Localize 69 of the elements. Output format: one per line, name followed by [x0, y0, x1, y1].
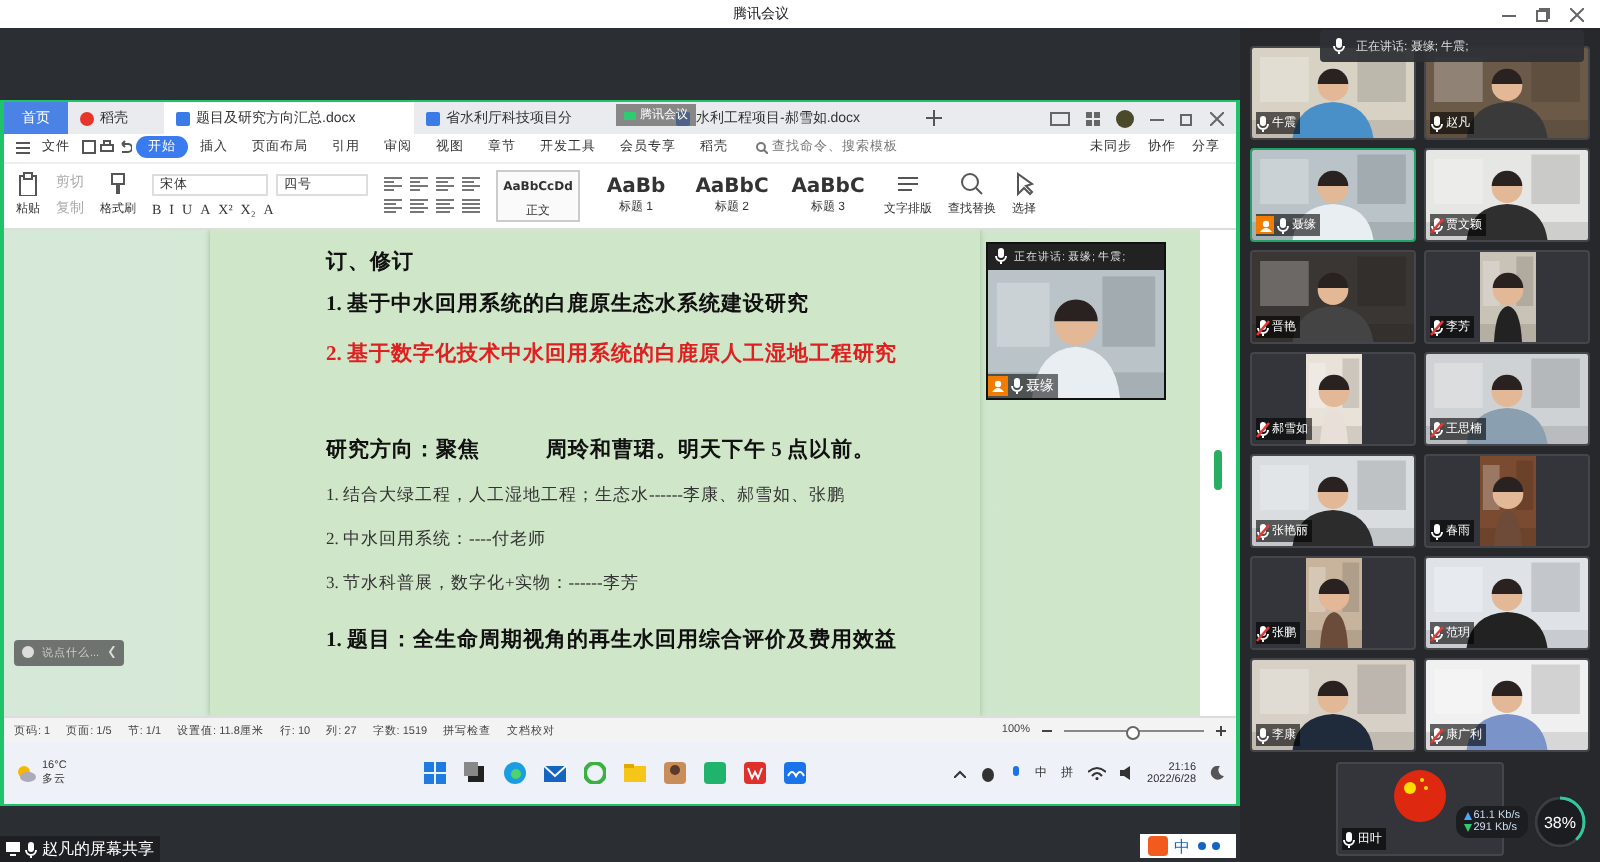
indent-icon[interactable] — [436, 176, 454, 193]
numbered-list-icon[interactable] — [410, 176, 428, 193]
grid-icon[interactable] — [1086, 111, 1100, 125]
screen-icon — [6, 842, 20, 856]
smiley-icon — [22, 646, 34, 659]
flag-avatar-icon — [1394, 770, 1446, 822]
mail-icon[interactable] — [544, 762, 566, 785]
search-icon — [960, 172, 984, 197]
avatar-icon[interactable] — [1116, 109, 1134, 127]
undo-icon[interactable] — [117, 140, 132, 155]
weather-icon — [16, 764, 36, 783]
mic-icon — [994, 248, 1008, 265]
brush-icon — [106, 172, 130, 197]
download-icon — [1463, 824, 1472, 832]
slider-thumb[interactable] — [1125, 725, 1140, 740]
wifi-icon[interactable] — [1087, 766, 1106, 781]
document-paragraph: 2. 基于数字化技术中水回用系统的白鹿原人工湿地工程研究 — [326, 339, 899, 370]
document-paragraph: 研究方向：聚焦 周玲和曹珺。明天下午 5 点以前。 — [326, 435, 877, 466]
photos-icon[interactable] — [664, 762, 686, 785]
cursor-icon — [1012, 172, 1036, 197]
outdent-icon[interactable] — [462, 176, 480, 193]
save-icon[interactable] — [82, 140, 96, 155]
scrollbar-thumb[interactable] — [1212, 449, 1224, 490]
print-icon[interactable] — [99, 140, 114, 155]
document-icon — [176, 111, 190, 125]
justify-icon[interactable] — [462, 198, 480, 215]
align-right-icon[interactable] — [436, 198, 454, 215]
align-left-icon[interactable] — [384, 198, 402, 215]
clipboard-icon — [16, 172, 40, 197]
list-icon[interactable] — [384, 176, 402, 193]
upload-icon — [1463, 812, 1472, 820]
document-icon — [426, 111, 440, 125]
document-paragraph: 3. 节水科普展，数字化+实物：------李芳 — [326, 569, 641, 596]
meeting-icon[interactable] — [784, 762, 806, 785]
zoom-out-icon[interactable] — [1042, 725, 1052, 736]
task-view-icon[interactable] — [464, 762, 486, 785]
chevron-up-icon[interactable] — [953, 769, 966, 778]
mic-icon — [1332, 38, 1346, 54]
document-paragraph: 订、修订 — [326, 248, 416, 278]
document-paragraph: 1. 基于中水回用系统的白鹿原生态水系统建设研究 — [326, 289, 811, 320]
screen-share-label: 赵凡的屏幕共享 — [0, 836, 160, 862]
mic-icon — [24, 841, 38, 857]
browser-icon[interactable] — [584, 762, 606, 785]
moon-icon[interactable] — [1210, 766, 1224, 781]
zoom-in-icon[interactable] — [1216, 725, 1226, 736]
restore-icon[interactable] — [1180, 111, 1194, 125]
layout-icon[interactable] — [1050, 111, 1070, 125]
chevron-left-icon[interactable] — [107, 646, 116, 659]
close-icon[interactable] — [1210, 111, 1224, 125]
browser-icon[interactable] — [504, 762, 526, 785]
wps-icon[interactable] — [744, 762, 766, 785]
ime-toolbar[interactable]: 中 — [1140, 834, 1236, 858]
document-paragraph: 1. 结合大绿工程，人工湿地工程；生态水------李康、郝雪如、张鹏 — [326, 481, 847, 508]
menu-icon[interactable] — [16, 141, 30, 154]
windows-logo-icon[interactable] — [424, 762, 446, 785]
cpu-meter: 38% — [1532, 794, 1588, 850]
mic-icon — [1010, 377, 1024, 394]
align-center-icon[interactable] — [410, 198, 428, 215]
plus-icon[interactable] — [926, 110, 942, 126]
search-icon — [755, 141, 768, 154]
document-paragraph: 1. 题目：全生命周期视角的再生水回用综合评价及费用效益 — [326, 626, 899, 656]
restore-icon[interactable] — [1536, 7, 1550, 21]
app-icon — [80, 111, 94, 125]
mic-tray-icon[interactable] — [1009, 765, 1022, 782]
document-icon — [676, 111, 690, 125]
document-paragraph: 2. 中水回用系统：----付老师 — [326, 525, 548, 552]
text-layout-icon — [896, 172, 920, 197]
speaker-icon[interactable] — [1119, 766, 1134, 781]
close-icon[interactable] — [1570, 7, 1584, 21]
